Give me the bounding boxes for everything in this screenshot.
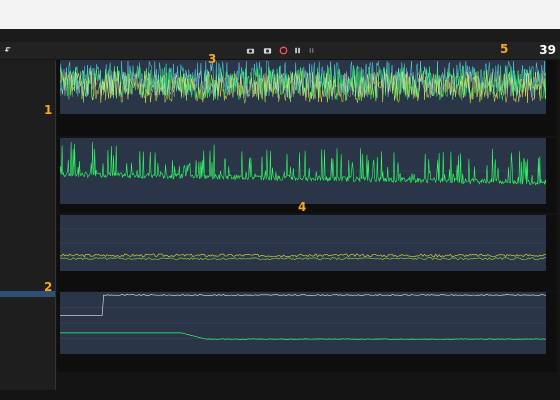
graph-panel-package-power [57,292,557,372]
step-icon[interactable] [307,46,316,55]
gpu-load-graph [60,141,546,186]
cpu-load-graph [60,60,546,104]
graph-area[interactable] [60,60,546,114]
sidebar-overlay-list [0,285,55,379]
app-window: 39 1 2 3 4 5 [0,0,560,400]
graph-trace [60,294,546,316]
pause-icon[interactable] [293,46,302,55]
package-power-graph [60,294,546,340]
camera-icon[interactable] [263,46,272,55]
sidebar-render-list [0,144,55,268]
legend-row [60,273,546,278]
sidebar-header-metrics [0,60,55,67]
screenshot-icon[interactable] [246,46,255,55]
legend-row [60,115,546,120]
graph-legend [60,356,546,378]
legend-row [60,131,546,136]
title-bar [0,0,560,29]
sidebar-item[interactable] [0,373,55,379]
annotation-5: 5 [500,42,509,56]
graph-area[interactable] [60,292,546,354]
graph-panel-cpu [57,60,557,136]
sidebar-metrics-section [0,60,55,315]
graph-panel-limits [57,215,557,291]
graph-area[interactable] [60,138,546,204]
legend-row [60,361,546,366]
record-icon[interactable] [279,46,288,55]
graph-legend [60,115,546,137]
annotation-3: 3 [208,52,217,66]
annotation-2: 2 [44,280,53,294]
graph-trace [60,253,546,258]
annotation-1: 1 [44,103,53,117]
toolbar [0,42,560,59]
back-icon[interactable] [4,46,13,55]
graph-panel-gpu-load [57,138,557,213]
menu-bar [0,29,560,42]
legend-row [60,278,546,283]
legend-row [60,356,546,361]
clock-value: 39 [539,43,556,57]
limits-graph [60,228,546,261]
annotation-4: 4 [298,200,307,214]
legend-row [60,126,546,131]
graph-area[interactable] [60,215,546,271]
graph-trace [60,141,546,186]
graph-trace [60,257,546,261]
legend-row [60,120,546,125]
